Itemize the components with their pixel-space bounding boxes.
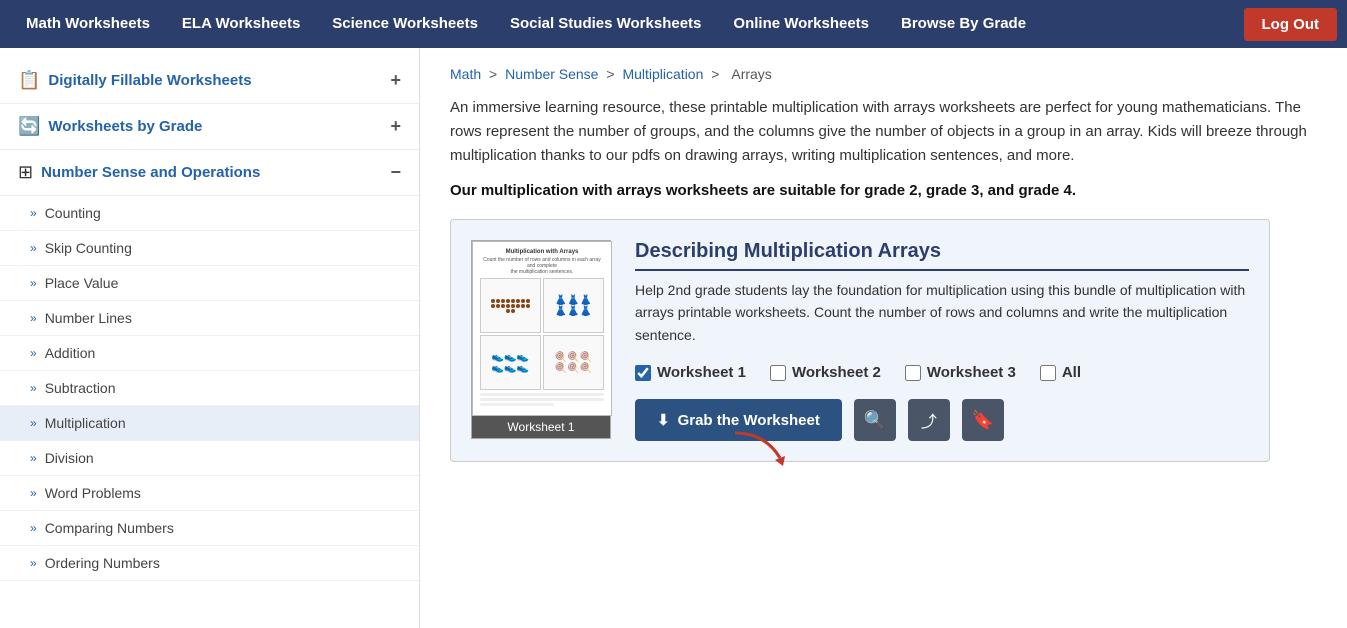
breadcrumb: Math > Number Sense > Multiplication > A…	[450, 66, 1317, 82]
page-layout: 📋 Digitally Fillable Worksheets + 🔄 Work…	[0, 48, 1347, 628]
thumbnail-label: Worksheet 1	[472, 416, 610, 438]
bookmark-button[interactable]: 🔖	[962, 399, 1004, 441]
sidebar-subitem-division[interactable]: » Division	[0, 441, 419, 476]
thumbnail-preview: Multiplication with Arrays Count the num…	[472, 241, 612, 416]
checkbox-ws1[interactable]	[635, 365, 651, 381]
page-description-bold: Our multiplication with arrays worksheet…	[450, 182, 1317, 199]
arrow-icon-addition: »	[30, 346, 37, 360]
sidebar-subitem-place-value[interactable]: » Place Value	[0, 266, 419, 301]
breadcrumb-multiplication[interactable]: Multiplication	[622, 66, 703, 82]
sidebar-expand-grade[interactable]: +	[390, 116, 401, 137]
checkbox-ws2[interactable]	[770, 365, 786, 381]
checkbox-ws3[interactable]	[905, 365, 921, 381]
arrow-icon-place-value: »	[30, 276, 37, 290]
sidebar-item-worksheets-by-grade[interactable]: 🔄 Worksheets by Grade +	[0, 104, 419, 150]
nav-math-worksheets[interactable]: Math Worksheets	[10, 0, 166, 48]
worksheet-thumbnail[interactable]: Multiplication with Arrays Count the num…	[471, 240, 611, 439]
nav-social-studies-worksheets[interactable]: Social Studies Worksheets	[494, 0, 717, 48]
sidebar: 📋 Digitally Fillable Worksheets + 🔄 Work…	[0, 48, 420, 628]
worksheet-checks: Worksheet 1 Worksheet 2 Worksheet 3 All	[635, 364, 1249, 381]
page-description: An immersive learning resource, these pr…	[450, 96, 1317, 168]
arrow-icon-division: »	[30, 451, 37, 465]
arrow-icon-counting: »	[30, 206, 37, 220]
sidebar-subitem-ordering-numbers[interactable]: » Ordering Numbers	[0, 546, 419, 581]
sidebar-item-digitally-fillable[interactable]: 📋 Digitally Fillable Worksheets +	[0, 58, 419, 104]
bookmark-icon: 🔖	[972, 410, 994, 431]
arrow-icon-skip-counting: »	[30, 241, 37, 255]
arrow-icon-word-problems: »	[30, 486, 37, 500]
sidebar-subitem-subtraction[interactable]: » Subtraction	[0, 371, 419, 406]
arrow-icon-multiplication: »	[30, 416, 37, 430]
sidebar-expand-fillable[interactable]: +	[390, 70, 401, 91]
logout-button[interactable]: Log Out	[1244, 8, 1337, 41]
share-button[interactable]: ⤴	[908, 399, 950, 441]
sidebar-item-number-sense[interactable]: ⊞ Number Sense and Operations −	[0, 150, 419, 196]
worksheet-check-1[interactable]: Worksheet 1	[635, 364, 746, 381]
arrow-annotation	[725, 428, 805, 471]
main-nav: Math Worksheets ELA Worksheets Science W…	[0, 0, 1347, 48]
search-button[interactable]: 🔍	[854, 399, 896, 441]
sidebar-icon-number-sense: ⊞	[18, 162, 33, 183]
nav-ela-worksheets[interactable]: ELA Worksheets	[166, 0, 316, 48]
checkbox-ws-all[interactable]	[1040, 365, 1056, 381]
sidebar-label-number-sense: Number Sense and Operations	[41, 164, 260, 181]
sidebar-subitem-number-lines[interactable]: » Number Lines	[0, 301, 419, 336]
sidebar-icon-fillable: 📋	[18, 70, 40, 91]
arrow-icon-comparing-numbers: »	[30, 521, 37, 535]
sidebar-subitem-comparing-numbers[interactable]: » Comparing Numbers	[0, 511, 419, 546]
sidebar-label-fillable: Digitally Fillable Worksheets	[48, 72, 251, 89]
sidebar-label-grade: Worksheets by Grade	[48, 118, 202, 135]
worksheet-card: Multiplication with Arrays Count the num…	[450, 219, 1270, 462]
breadcrumb-arrays: Arrays	[731, 66, 771, 82]
nav-browse-by-grade[interactable]: Browse By Grade	[885, 0, 1042, 48]
sidebar-subitem-addition[interactable]: » Addition	[0, 336, 419, 371]
sidebar-collapse-number-sense[interactable]: −	[390, 162, 401, 183]
breadcrumb-math[interactable]: Math	[450, 66, 481, 82]
arrow-icon-number-lines: »	[30, 311, 37, 325]
breadcrumb-number-sense[interactable]: Number Sense	[505, 66, 598, 82]
arrow-icon-ordering-numbers: »	[30, 556, 37, 570]
download-icon: ⬇	[657, 411, 670, 429]
sidebar-icon-grade: 🔄	[18, 116, 40, 137]
main-content: Math > Number Sense > Multiplication > A…	[420, 48, 1347, 628]
card-description: Help 2nd grade students lay the foundati…	[635, 279, 1249, 346]
sidebar-subitem-multiplication[interactable]: » Multiplication	[0, 406, 419, 441]
sidebar-subitems: » Counting » Skip Counting » Place Value…	[0, 196, 419, 581]
worksheet-check-3[interactable]: Worksheet 3	[905, 364, 1016, 381]
worksheet-check-2[interactable]: Worksheet 2	[770, 364, 881, 381]
action-row: ⬇ Grab the Worksheet 🔍 ⤴ 🔖	[635, 399, 1249, 441]
share-icon: ⤴	[921, 408, 937, 432]
card-right: Describing Multiplication Arrays Help 2n…	[635, 240, 1249, 441]
search-icon: 🔍	[864, 410, 886, 431]
arrow-icon-subtraction: »	[30, 381, 37, 395]
sidebar-subitem-word-problems[interactable]: » Word Problems	[0, 476, 419, 511]
worksheet-check-all[interactable]: All	[1040, 364, 1081, 381]
sidebar-subitem-counting[interactable]: » Counting	[0, 196, 419, 231]
nav-online-worksheets[interactable]: Online Worksheets	[717, 0, 885, 48]
sidebar-subitem-skip-counting[interactable]: » Skip Counting	[0, 231, 419, 266]
card-title: Describing Multiplication Arrays	[635, 240, 1249, 271]
nav-science-worksheets[interactable]: Science Worksheets	[316, 0, 494, 48]
